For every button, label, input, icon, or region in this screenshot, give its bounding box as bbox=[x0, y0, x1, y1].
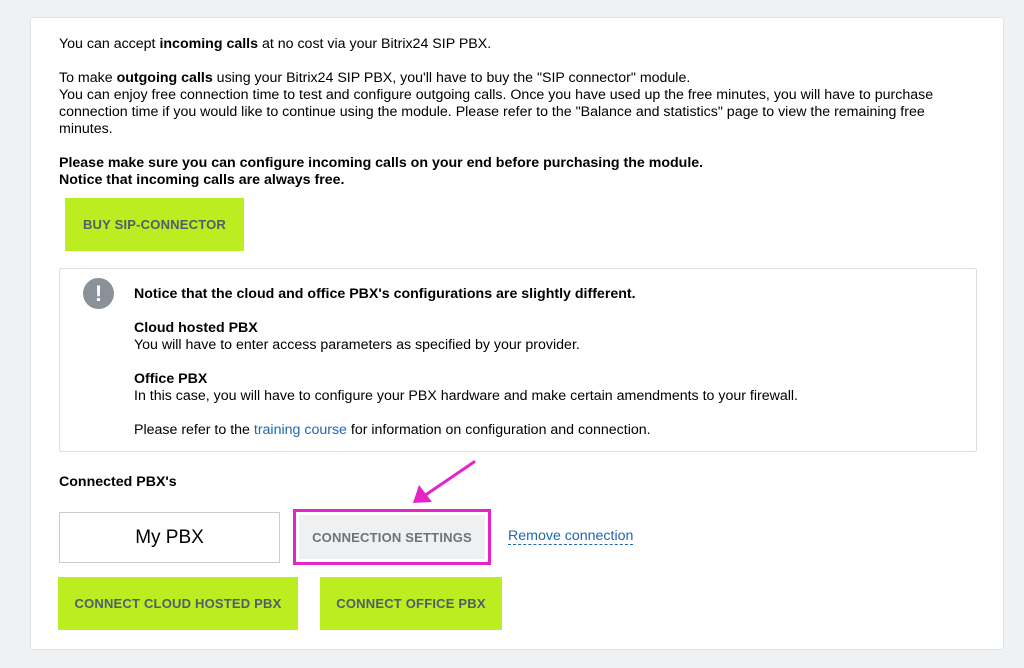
office-pbx-text: In this case, you will have to configure… bbox=[134, 388, 798, 404]
office-pbx-title: Office PBX bbox=[134, 371, 208, 387]
pbx-name-field[interactable]: My PBX bbox=[59, 512, 280, 563]
connection-settings-button[interactable]: CONNECTION SETTINGS bbox=[299, 515, 485, 559]
connect-office-pbx-button[interactable]: CONNECT OFFICE PBX bbox=[320, 577, 502, 630]
incoming-calls-text: You can accept incoming calls at no cost… bbox=[59, 36, 979, 53]
intro-line2-suffix: using your Bitrix24 SIP PBX, you'll have… bbox=[212, 70, 691, 86]
training-course-link[interactable]: training course bbox=[254, 422, 347, 438]
warning-text-2: Notice that incoming calls are always fr… bbox=[59, 172, 345, 188]
refer-suffix: for information on configuration and con… bbox=[346, 422, 651, 438]
intro-line1-prefix: You can accept bbox=[59, 36, 160, 52]
outgoing-calls-label: outgoing calls bbox=[116, 70, 213, 86]
buy-sip-connector-button[interactable]: BUY SIP-CONNECTOR bbox=[65, 198, 244, 251]
notice-title: Notice that the cloud and office PBX's c… bbox=[134, 286, 636, 302]
connected-pbx-title: Connected PBX's bbox=[59, 474, 177, 490]
pbx-notice-box: ! Notice that the cloud and office PBX's… bbox=[59, 268, 977, 452]
sip-connector-panel: You can accept incoming calls at no cost… bbox=[30, 17, 1004, 650]
intro-line2-prefix: To make bbox=[59, 70, 117, 86]
free-minutes-text: You can enjoy free connection time to te… bbox=[59, 87, 934, 137]
exclamation-icon: ! bbox=[83, 278, 114, 309]
incoming-calls-label: incoming calls bbox=[159, 36, 259, 52]
cloud-pbx-title: Cloud hosted PBX bbox=[134, 320, 258, 336]
connection-settings-highlight: CONNECTION SETTINGS bbox=[293, 509, 491, 565]
intro-section: You can accept incoming calls at no cost… bbox=[59, 36, 979, 189]
remove-connection-link[interactable]: Remove connection bbox=[508, 528, 634, 545]
cloud-pbx-text: You will have to enter access parameters… bbox=[134, 337, 580, 353]
outgoing-calls-text: To make outgoing calls using your Bitrix… bbox=[59, 70, 979, 87]
intro-line1-suffix: at no cost via your Bitrix24 SIP PBX. bbox=[258, 36, 492, 52]
training-refer-text: Please refer to the training course for … bbox=[134, 422, 954, 439]
notice-body: Notice that the cloud and office PBX's c… bbox=[134, 286, 954, 439]
refer-prefix: Please refer to the bbox=[134, 422, 254, 438]
warning-text-1: Please make sure you can configure incom… bbox=[59, 155, 704, 171]
connect-cloud-pbx-button[interactable]: CONNECT CLOUD HOSTED PBX bbox=[58, 577, 298, 630]
